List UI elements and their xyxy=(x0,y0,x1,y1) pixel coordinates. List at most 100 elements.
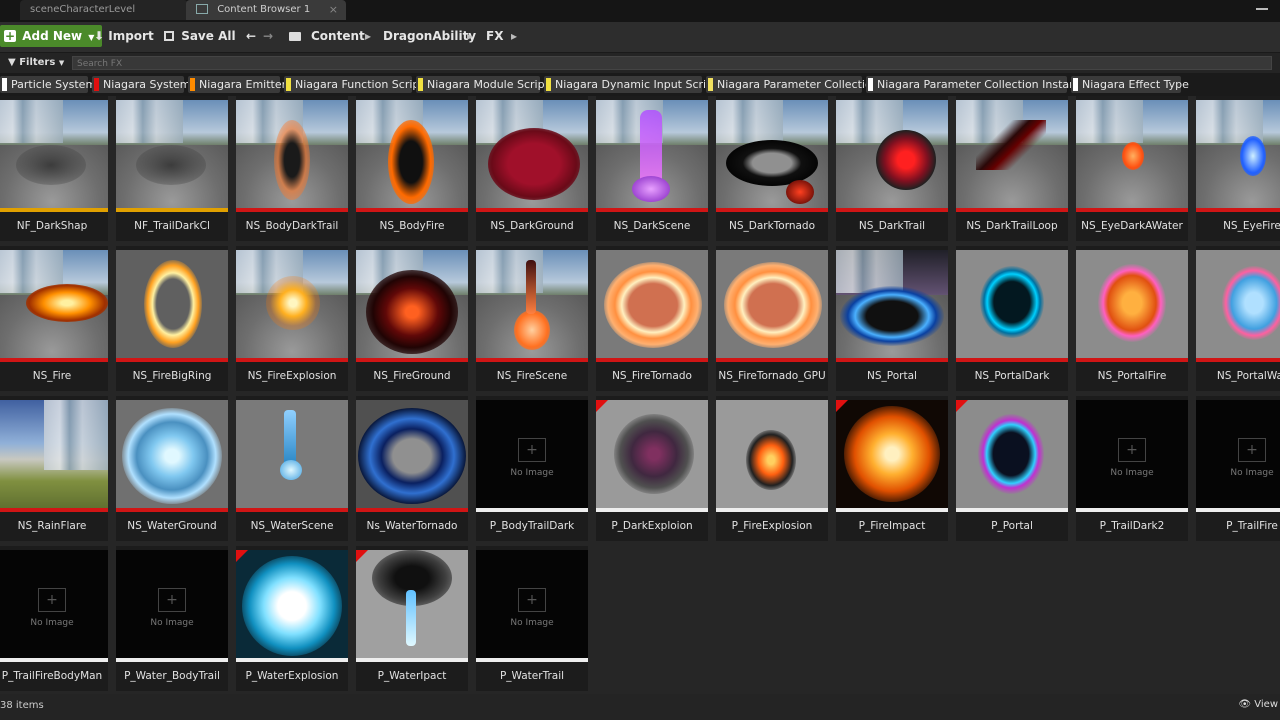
view-options-button[interactable]: 👁 View xyxy=(1238,699,1278,710)
asset-tile[interactable]: NS_BodyDarkTrail xyxy=(236,96,348,241)
content-browser-icon xyxy=(196,4,208,14)
breadcrumb-separator-icon[interactable]: ▸ xyxy=(511,25,517,47)
asset-tile[interactable]: NS_DarkGround xyxy=(476,96,588,241)
placeholder-icon: + xyxy=(1238,438,1266,462)
asset-thumbnail xyxy=(1076,100,1188,208)
back-button[interactable]: ← xyxy=(246,25,256,47)
asset-tile[interactable]: P_WaterExplosion xyxy=(236,546,348,691)
filters-button[interactable]: ▼ Filters ▼ xyxy=(8,55,64,71)
asset-thumbnail: + No Image xyxy=(476,400,588,508)
filter-chip[interactable]: Particle System xyxy=(0,76,96,93)
tab-content-browser[interactable]: Content Browser 1 × xyxy=(186,0,346,20)
asset-tile[interactable]: + No Image P_TrailFire xyxy=(1196,396,1280,541)
close-icon[interactable]: × xyxy=(329,0,338,20)
import-button[interactable]: ⬇ Import xyxy=(94,25,154,47)
asset-thumbnail xyxy=(356,250,468,358)
breadcrumb-separator-icon[interactable]: ▸ xyxy=(365,25,371,47)
minimize-icon[interactable] xyxy=(1256,8,1268,10)
asset-tile[interactable]: NS_FireGround xyxy=(356,246,468,391)
asset-tile[interactable]: NS_FireExplosion xyxy=(236,246,348,391)
asset-tile[interactable]: NS_DarkTrailLoop xyxy=(956,96,1068,241)
asset-tile[interactable]: P_WaterIpact xyxy=(356,546,468,691)
asset-type-bar xyxy=(1076,358,1188,362)
asset-name: NS_WaterScene xyxy=(250,520,334,532)
asset-tile[interactable]: Ns_WaterTornado xyxy=(356,396,468,541)
chip-color-swatch xyxy=(708,78,713,91)
filter-bar: ▼ Filters ▼ Search FX xyxy=(0,53,1280,73)
chip-color-swatch xyxy=(868,78,873,91)
asset-tile[interactable]: NS_WaterScene xyxy=(236,396,348,541)
placeholder-icon: + xyxy=(158,588,186,612)
asset-name: P_Water_BodyTrail xyxy=(124,670,220,682)
asset-tile[interactable]: NS_EyeFire xyxy=(1196,96,1280,241)
asset-tile[interactable]: NS_FireTornado_GPU xyxy=(716,246,828,391)
breadcrumb-fx[interactable]: FX xyxy=(486,25,503,47)
breadcrumb-dragonability[interactable]: DragonAbility xyxy=(383,25,476,47)
asset-tile[interactable]: NS_DarkTrail xyxy=(836,96,948,241)
asset-tile[interactable]: P_Portal xyxy=(956,396,1068,541)
breadcrumb-separator-icon[interactable]: ▸ xyxy=(467,25,473,47)
asset-name: NF_TrailDarkCl xyxy=(134,220,210,232)
chip-color-swatch xyxy=(190,78,195,91)
tab-scene-character-level[interactable]: sceneCharacterLevel xyxy=(20,0,188,20)
filter-chip[interactable]: Niagara Dynamic Input Script xyxy=(544,76,717,93)
asset-thumbnail xyxy=(596,400,708,508)
search-input[interactable]: Search FX xyxy=(72,56,1272,70)
asset-tile[interactable]: P_FireExplosion xyxy=(716,396,828,541)
chip-color-swatch xyxy=(546,78,551,91)
asset-name: NS_DarkGround xyxy=(490,220,574,232)
asset-tile[interactable]: NF_TrailDarkCl xyxy=(116,96,228,241)
asset-tile[interactable]: NS_PortalDark xyxy=(956,246,1068,391)
asset-name: NS_FireTornado_GPU xyxy=(718,370,826,382)
asset-tile[interactable]: NS_DarkScene xyxy=(596,96,708,241)
asset-type-bar xyxy=(476,358,588,362)
asset-tile[interactable]: NS_FireScene xyxy=(476,246,588,391)
asset-tile[interactable]: NS_FireBigRing xyxy=(116,246,228,391)
filter-chip[interactable]: Niagara System xyxy=(92,76,191,93)
filter-chip[interactable]: Niagara Effect Type xyxy=(1071,76,1189,93)
save-all-button[interactable]: Save All xyxy=(164,25,236,47)
asset-type-bar xyxy=(236,508,348,512)
eye-icon: 👁 xyxy=(1238,699,1252,710)
filter-chip[interactable]: Niagara Module Script xyxy=(416,76,549,93)
asset-thumbnail xyxy=(236,550,348,658)
asset-tile[interactable]: + No Image P_WaterTrail xyxy=(476,546,588,691)
asset-type-bar xyxy=(116,658,228,662)
filter-chip[interactable]: Niagara Function Script xyxy=(284,76,424,93)
asset-tile[interactable]: + No Image P_TrailDark2 xyxy=(1076,396,1188,541)
asset-type-bar xyxy=(236,358,348,362)
asset-tile[interactable]: NS_RainFlare xyxy=(0,396,108,541)
asset-tile[interactable]: NS_Portal xyxy=(836,246,948,391)
asset-tile[interactable]: NF_DarkShap xyxy=(0,96,108,241)
filter-chip[interactable]: Niagara Emitter xyxy=(188,76,286,93)
filter-chip[interactable]: Niagara Parameter Collection xyxy=(706,76,879,93)
asset-tile[interactable]: + No Image P_TrailFireBodyMan xyxy=(0,546,108,691)
plus-icon: + xyxy=(4,29,16,43)
asset-tile[interactable]: + No Image P_BodyTrailDark xyxy=(476,396,588,541)
asset-tile[interactable]: NS_FireTornado xyxy=(596,246,708,391)
add-new-button[interactable]: + Add New ▼ xyxy=(0,25,103,47)
asset-tile[interactable]: NS_PortalFire xyxy=(1076,246,1188,391)
asset-tile[interactable]: NS_BodyFire xyxy=(356,96,468,241)
filter-chip[interactable]: Niagara Parameter Collection Instance xyxy=(866,76,1089,93)
asset-tile[interactable]: NS_PortalWat xyxy=(1196,246,1280,391)
no-image-label: No Image xyxy=(150,618,194,628)
asset-tile[interactable]: NS_DarkTornado xyxy=(716,96,828,241)
asset-type-bar xyxy=(356,358,468,362)
asset-thumbnail: + No Image xyxy=(0,550,108,658)
asset-tile[interactable]: P_DarkExploion xyxy=(596,396,708,541)
asset-type-bar xyxy=(476,208,588,212)
asset-type-bar xyxy=(116,508,228,512)
new-asset-marker xyxy=(236,550,248,562)
asset-tile[interactable]: NS_WaterGround xyxy=(116,396,228,541)
asset-tile[interactable]: P_FireImpact xyxy=(836,396,948,541)
breadcrumb-content[interactable]: Content xyxy=(311,25,365,47)
asset-tile[interactable]: NS_Fire xyxy=(0,246,108,391)
asset-type-bar xyxy=(596,508,708,512)
asset-name: NS_WaterGround xyxy=(127,520,217,532)
forward-button[interactable]: → xyxy=(263,25,273,47)
asset-tile[interactable]: + No Image P_Water_BodyTrail xyxy=(116,546,228,691)
chip-label: Niagara Parameter Collection Instance xyxy=(877,78,1089,91)
asset-tile[interactable]: NS_EyeDarkAWater xyxy=(1076,96,1188,241)
asset-name: NS_FireGround xyxy=(373,370,451,382)
